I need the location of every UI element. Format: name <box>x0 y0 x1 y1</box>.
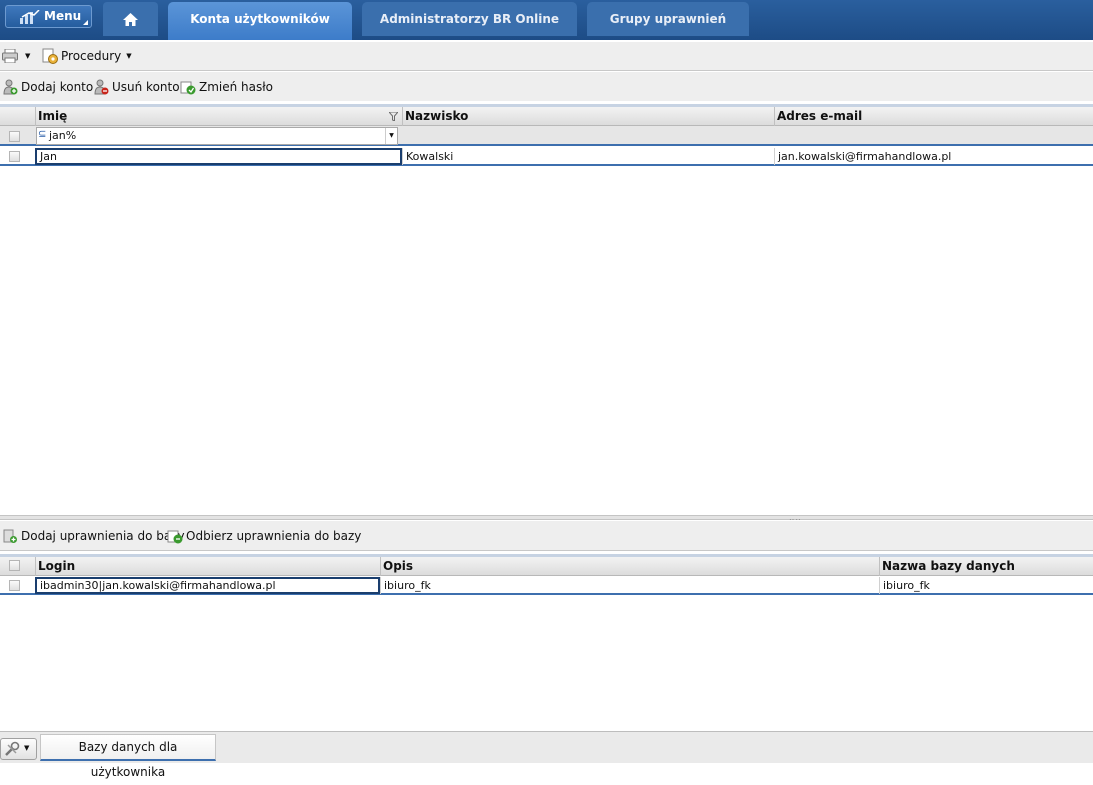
cell-last-name[interactable]: Kowalski <box>402 148 774 165</box>
procedures-button[interactable]: Procedury ▼ <box>42 42 132 70</box>
filter-dropdown-icon[interactable]: ▼ <box>385 128 397 144</box>
filter-operator-icon[interactable]: ⊆ <box>38 129 46 140</box>
print-button[interactable]: ▼ <box>2 42 30 70</box>
toolbar-db-rights: Dodaj uprawnienia do bazy Odbierz uprawn… <box>0 521 1093 551</box>
remove-account-label: Usuń konto <box>112 79 180 94</box>
menu-corner-icon <box>83 20 88 25</box>
add-db-rights-icon <box>3 529 17 543</box>
menu-icon <box>20 9 40 27</box>
column-header-last-name-label: Nazwisko <box>405 109 469 123</box>
table-row[interactable]: ibadmin30|jan.kowalski@firmahandlowa.pl … <box>0 577 1093 595</box>
row-checkbox[interactable] <box>9 151 20 162</box>
column-header-description-label: Opis <box>383 559 414 573</box>
column-header-description[interactable]: Opis <box>380 557 879 576</box>
tools-dropdown-icon: ▼ <box>24 744 30 752</box>
tools-dropdown-button[interactable]: ▼ <box>0 738 37 760</box>
add-db-rights-button[interactable]: Dodaj uprawnienia do bazy <box>3 521 185 550</box>
remove-db-rights-button[interactable]: Odbierz uprawnienia do bazy <box>167 521 361 550</box>
remove-account-button[interactable]: Usuń konto <box>94 72 180 101</box>
menu-button[interactable]: Menu <box>5 5 92 28</box>
first-name-filter-input[interactable]: ⊆ jan% ▼ <box>36 127 398 145</box>
accounts-grid-header: Imię Nazwisko Adres e-mail <box>0 104 1093 126</box>
tab-user-accounts[interactable]: Konta użytkowników <box>168 2 352 40</box>
column-header-email[interactable]: Adres e-mail <box>774 107 1093 126</box>
tab-user-databases-label: Bazy danych dla użytkownika <box>78 740 178 779</box>
column-header-login[interactable]: Login <box>35 557 380 576</box>
cell-login[interactable]: ibadmin30|jan.kowalski@firmahandlowa.pl <box>35 577 380 594</box>
column-header-first-name-label: Imię <box>38 109 68 123</box>
procedures-dropdown-icon: ▼ <box>126 52 132 60</box>
tab-user-accounts-label: Konta użytkowników <box>190 12 330 26</box>
column-header-email-label: Adres e-mail <box>777 109 863 123</box>
tab-br-online-admins[interactable]: Administratorzy BR Online <box>362 2 577 36</box>
add-db-rights-label: Dodaj uprawnienia do bazy <box>21 528 185 543</box>
procedures-label: Procedury <box>61 49 122 63</box>
row-checkbox[interactable] <box>9 580 20 591</box>
filter-icon[interactable] <box>389 112 398 121</box>
remove-user-icon <box>94 79 109 94</box>
cell-db-name[interactable]: ibiuro_fk <box>879 577 1093 594</box>
home-icon <box>123 13 138 26</box>
change-password-icon <box>180 81 196 94</box>
toolbar-accounts: Dodaj konto Usuń konto Zmień hasło <box>0 72 1093 101</box>
home-tab[interactable] <box>103 2 158 36</box>
tab-permission-groups[interactable]: Grupy uprawnień <box>587 2 749 36</box>
menu-label: Menu <box>44 9 82 23</box>
add-user-icon <box>3 79 18 94</box>
accounts-filter-row: ⊆ jan% ▼ <box>0 126 1093 146</box>
tab-br-online-admins-label: Administratorzy BR Online <box>379 12 560 26</box>
panel-splitter[interactable]: ‥‥ <box>0 513 1093 522</box>
change-password-label: Zmień hasło <box>199 79 274 94</box>
toolbar-procedures: ▼ Procedury ▼ <box>0 42 1093 71</box>
tab-user-databases[interactable]: Bazy danych dla użytkownika <box>40 734 216 779</box>
column-header-db-name-label: Nazwa bazy danych <box>882 559 1015 573</box>
cell-first-name[interactable]: Jan <box>35 148 402 165</box>
column-header-first-name[interactable]: Imię <box>35 107 402 126</box>
column-header-last-name[interactable]: Nazwisko <box>402 107 774 126</box>
column-header-login-label: Login <box>38 559 76 573</box>
db-select-all-checkbox[interactable] <box>9 560 20 571</box>
select-all-checkbox[interactable] <box>9 131 20 142</box>
add-account-label: Dodaj konto <box>21 79 94 94</box>
procedures-icon <box>42 48 58 64</box>
tools-icon <box>5 741 20 756</box>
remove-db-rights-icon <box>167 530 183 543</box>
cell-description[interactable]: ibiuro_fk <box>380 577 879 594</box>
remove-db-rights-label: Odbierz uprawnienia do bazy <box>186 528 362 543</box>
table-row[interactable]: Jan Kowalski jan.kowalski@firmahandlowa.… <box>0 148 1093 166</box>
bottom-bar: ▼ Bazy danych dla użytkownika <box>0 731 1093 779</box>
add-account-button[interactable]: Dodaj konto <box>3 72 93 101</box>
tab-permission-groups-label: Grupy uprawnień <box>609 12 727 26</box>
column-header-db-name[interactable]: Nazwa bazy danych <box>879 557 1093 576</box>
db-grid-header: Login Opis Nazwa bazy danych <box>0 554 1093 576</box>
top-navigation-bar: Menu Konta użytkowników Administratorzy … <box>0 0 1093 40</box>
printer-icon <box>2 49 18 63</box>
change-password-button[interactable]: Zmień hasło <box>180 72 273 101</box>
cell-email[interactable]: jan.kowalski@firmahandlowa.pl <box>774 148 1093 165</box>
first-name-filter-value: jan% <box>49 129 77 142</box>
print-dropdown-icon: ▼ <box>25 52 31 60</box>
